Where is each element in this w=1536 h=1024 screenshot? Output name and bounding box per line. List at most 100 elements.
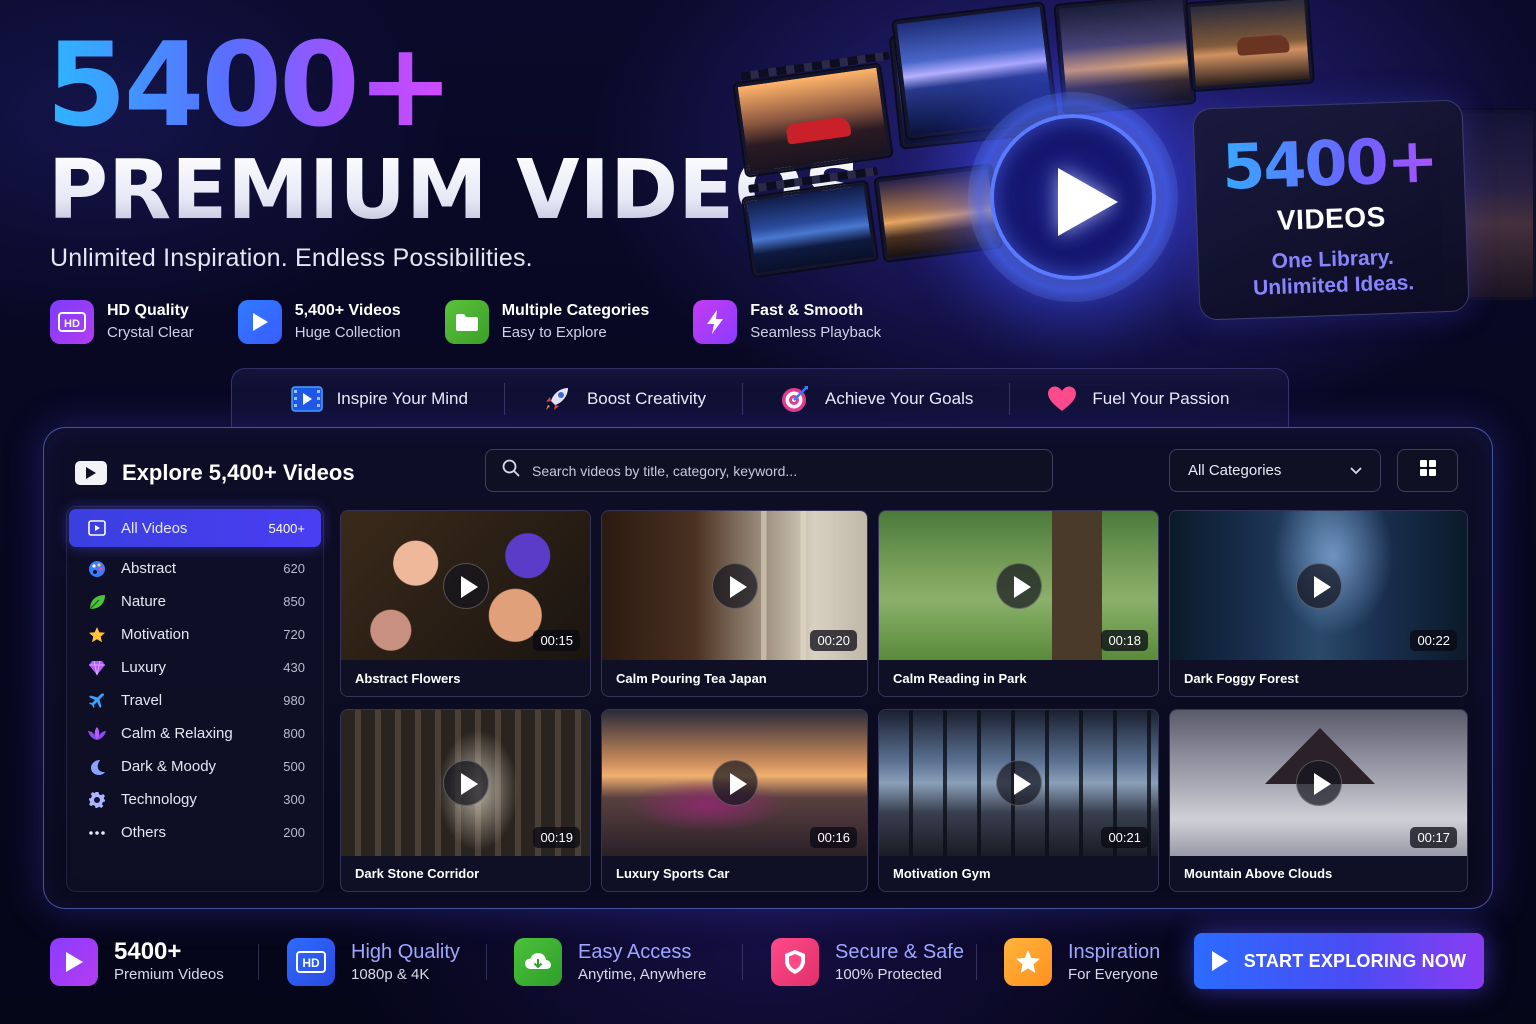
stat-inspiration: Inspiration For Everyone [1004, 936, 1160, 988]
benefit-label: Inspire Your Mind [336, 388, 468, 408]
play-ring [990, 114, 1156, 280]
svg-text:HD: HD [64, 318, 80, 330]
play-button[interactable] [1295, 563, 1342, 609]
more-icon [87, 823, 107, 843]
sidebar-item-others[interactable]: Others 200 [69, 816, 321, 849]
sidebar-item-label: Abstract [121, 560, 177, 577]
sidebar-item-luxury[interactable]: Luxury 430 [69, 651, 321, 684]
category-dropdown[interactable]: All Categories [1169, 449, 1381, 492]
divider [742, 944, 743, 980]
search-icon [502, 459, 520, 482]
video-card[interactable]: 00:19 Dark Stone Corridor [340, 709, 591, 892]
feature-title: 5,400+ Videos [294, 302, 401, 319]
target-icon [779, 383, 811, 415]
hero-number: 5400+ [46, 18, 454, 153]
stat-subtitle: Premium Videos [114, 966, 224, 983]
grid-view-button[interactable] [1397, 449, 1458, 492]
play-button[interactable] [995, 760, 1042, 806]
benefit-label: Boost Creativity [586, 388, 706, 408]
search-input[interactable] [532, 462, 1032, 479]
sidebar-item-count: 500 [283, 759, 305, 774]
video-card[interactable]: 00:18 Calm Reading in Park [878, 510, 1159, 697]
video-title: Calm Pouring Tea Japan [616, 671, 767, 686]
feature-hd-quality: HD HD Quality Crystal Clear [50, 300, 194, 344]
video-icon [87, 518, 107, 538]
sidebar-item-count: 300 [283, 792, 305, 807]
video-duration: 00:15 [533, 630, 580, 651]
lightning-icon [693, 300, 738, 344]
stat-easy-access: Easy Access Anytime, Anywhere [514, 936, 706, 988]
play-button[interactable] [1295, 760, 1342, 806]
stat-title: Easy Access [578, 941, 692, 963]
star-icon [1004, 938, 1052, 986]
sidebar-item-label: All Videos [121, 519, 188, 537]
star-icon [87, 625, 107, 645]
sidebar-item-label: Nature [121, 593, 167, 610]
divider [486, 944, 487, 980]
video-card[interactable]: 00:15 Abstract Flowers [340, 510, 591, 697]
grid-icon [1419, 459, 1437, 482]
play-button[interactable] [711, 563, 758, 609]
video-card[interactable]: 00:17 Mountain Above Clouds [1169, 709, 1468, 892]
play-button[interactable] [442, 563, 489, 609]
sidebar-item-travel[interactable]: Travel 980 [69, 684, 321, 717]
sidebar-item-count: 850 [283, 594, 305, 609]
sidebar-item-label: Luxury [121, 659, 167, 676]
sidebar-item-label: Calm & Relaxing [121, 725, 233, 742]
play-button[interactable] [711, 760, 758, 806]
hero-subtitle: Unlimited Inspiration. Endless Possibili… [50, 244, 533, 272]
moon-icon [87, 757, 107, 777]
search-field[interactable] [485, 449, 1053, 492]
sidebar-item-label: Travel [121, 692, 163, 709]
sidebar-item-nature[interactable]: Nature 850 [69, 585, 321, 618]
benefits-bar: Inspire Your Mind Boost Creativity Achie… [231, 368, 1289, 428]
cloud-download-icon [514, 938, 562, 986]
stat-title: Inspiration [1068, 941, 1161, 963]
play-button[interactable] [442, 760, 489, 806]
sidebar-item-label: Technology [121, 791, 197, 808]
video-card[interactable]: 00:20 Calm Pouring Tea Japan [601, 510, 868, 697]
video-duration: 00:17 [1410, 827, 1457, 848]
feature-subtitle: Easy to Explore [501, 324, 607, 341]
feature-title: Multiple Categories [501, 302, 650, 319]
hero-play-button[interactable] [968, 92, 1178, 302]
rocket-icon [541, 383, 573, 415]
play-button[interactable] [995, 563, 1042, 609]
play-icon [1058, 168, 1118, 236]
stat-high-quality: HD High Quality 1080p & 4K [287, 936, 460, 988]
palette-icon [87, 559, 107, 579]
video-card[interactable]: 00:21 Motivation Gym [878, 709, 1159, 892]
sidebar-item-count: 800 [283, 726, 305, 741]
start-exploring-button[interactable]: START EXPLORING NOW [1194, 933, 1484, 989]
promo-card: 5400+ VIDEOS One Library. Unlimited Idea… [1192, 99, 1470, 321]
video-duration: 00:22 [1410, 630, 1457, 651]
video-title: Mountain Above Clouds [1184, 866, 1333, 881]
stat-title: Secure & Safe [835, 941, 964, 963]
video-card[interactable]: 00:16 Luxury Sports Car [601, 709, 868, 892]
benefit-goals: Achieve Your Goals [741, 382, 1009, 415]
benefit-creativity: Boost Creativity [503, 382, 742, 415]
stat-title: 5400+ [114, 938, 182, 965]
divider [258, 944, 259, 980]
category-sidebar: All Videos 5400+ Abstract 620 Nature 850… [66, 506, 324, 892]
sidebar-item-all-videos[interactable]: All Videos 5400+ [69, 509, 321, 547]
sidebar-item-calm-relaxing[interactable]: Calm & Relaxing 800 [69, 717, 321, 750]
sidebar-item-technology[interactable]: Technology 300 [69, 783, 321, 816]
sidebar-item-label: Others [121, 824, 167, 841]
video-card[interactable]: 00:22 Dark Foggy Forest [1169, 510, 1468, 697]
sidebar-item-count: 980 [283, 693, 305, 708]
sidebar-item-abstract[interactable]: Abstract 620 [69, 552, 321, 585]
film-icon [290, 383, 323, 415]
sidebar-item-count: 720 [283, 627, 305, 642]
sidebar-item-count: 430 [283, 660, 305, 675]
benefit-passion: Fuel Your Passion [1009, 382, 1265, 415]
play-icon [75, 461, 107, 485]
diamond-icon [87, 658, 107, 678]
sidebar-item-motivation[interactable]: Motivation 720 [69, 618, 321, 651]
promo-tagline: One Library. Unlimited Ideas. [1198, 242, 1468, 303]
play-icon [50, 938, 98, 986]
chevron-down-icon [1350, 462, 1362, 479]
video-explorer-panel: Explore 5,400+ Videos All Categories All… [43, 427, 1493, 909]
svg-text:HD: HD [302, 956, 320, 970]
sidebar-item-dark-moody[interactable]: Dark & Moody 500 [69, 750, 321, 783]
